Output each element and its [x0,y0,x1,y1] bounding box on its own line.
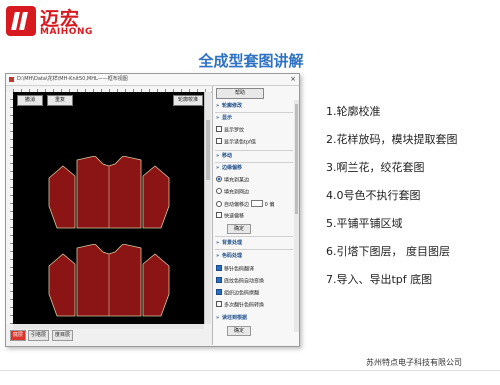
section-color-code[interactable]: » 色码处理 [216,252,242,260]
tab-base-layer[interactable]: 底层 [10,330,27,341]
list-item: 4.0号色不执行套图 [326,189,421,202]
section-tail[interactable]: » 读坯到根据 [216,314,247,322]
checkbox[interactable] [216,126,222,132]
logo-en-text: MAIHONG [40,27,93,37]
company-name: 苏州特点电子科技有限公司 [366,358,462,367]
pattern-canvas[interactable]: 撤消 重复 轮廓校准 [13,92,204,324]
scroll-thumb[interactable] [206,120,210,180]
offset-value: 0 [264,202,268,208]
radio-fill-edge[interactable]: 填充到某边 [216,176,249,184]
offset-value-input[interactable] [250,200,263,207]
divider [215,150,293,151]
radio-button[interactable] [216,200,222,207]
undo-button[interactable]: 撤消 [17,95,43,106]
tab-stitch-layer[interactable]: 度目层 [52,330,74,341]
offset-unit: 偏 [269,202,275,208]
canvas-horizontal-scrollbar[interactable] [13,324,204,329]
divider [215,162,293,163]
checkbox[interactable] [216,289,222,295]
section-tail-label: 读坯到根据 [222,315,248,321]
option-label: 组织边色码撰翻 [224,290,260,297]
panel-scrollbar[interactable] [294,100,299,332]
option-label: 填充到网边 [224,189,250,196]
panel-confirm-button[interactable]: 确定 [227,326,251,336]
list-item: 5.平铺平铺区域 [326,217,403,230]
properties-panel: 帮助 » 轮廓修改 » 显示 显示罗纹 显示读色tpf值 » 移动 » 边缘偏移 填充到… [212,86,299,345]
option-color-4[interactable]: 多次翻针色码转换 [216,301,264,309]
option-show-rib[interactable]: 显示罗纹 [216,126,244,134]
help-button[interactable]: 帮助 [216,88,264,99]
section-display-label: 显示 [222,115,233,121]
divider [215,236,293,237]
section-contour-label: 轮廓修改 [222,103,243,109]
section-edge-offset[interactable]: » 边缘偏移 [216,164,242,172]
radio-button[interactable] [216,176,222,182]
divider [215,249,293,250]
option-quick-offset[interactable]: 快速偏移 [216,212,244,220]
option-label: 显示读色tpf值 [224,139,256,146]
tab-yarn-layer[interactable]: 引塔层 [28,330,50,341]
app-window: D:\MH\Data\花样\MH-Knit50,MHL——框布视图 × 撤消 重… [5,73,300,347]
close-icon[interactable]: × [290,74,296,85]
checkbox[interactable] [216,265,222,271]
section-display[interactable]: » 显示 [216,114,232,122]
section-color-label: 色码处理 [222,253,243,259]
option-show-tpf[interactable]: 显示读色tpf值 [216,138,256,146]
divider [215,112,293,113]
radio-fill-net[interactable]: 填充到网边 [216,188,249,196]
option-label: 显示罗纹 [224,127,245,134]
garment-pattern-front[interactable] [47,156,171,236]
scroll-thumb[interactable] [295,104,298,214]
checkbox[interactable] [216,301,222,307]
list-item: 7.导入、导出tpf 底图 [326,273,433,286]
section-move[interactable]: » 移动 [216,152,232,160]
slide-title: 全成型套图讲解 [198,52,304,70]
option-label: 底纹色码自动变换 [224,278,265,285]
list-item: 1.轮廓校准 [326,105,381,118]
option-color-3[interactable]: 组织边色码撰翻 [216,289,259,297]
radio-auto-offset[interactable]: 自动偏移边 0 偏 [216,200,274,208]
contour-calibrate-button[interactable]: 轮廓校准 [173,95,203,106]
footer-divider [0,370,500,371]
option-label: 自动偏移边 [224,202,250,208]
brand-logo: 迈宏 MAIHONG [6,6,106,40]
option-label: 多次翻针色码转换 [224,302,265,309]
section-bg-label: 背景处理 [222,240,243,246]
list-item: 2.花样放码，模块提取套图 [326,133,458,146]
window-title: D:\MH\Data\花样\MH-Knit50,MHL——框布视图 [17,76,128,82]
option-label: 快速偏移 [224,213,245,220]
option-label: 移针色码翻译 [224,266,255,273]
section-contour[interactable]: » 轮廓修改 [216,102,242,110]
radio-button[interactable] [216,188,222,194]
redo-button[interactable]: 重复 [47,95,73,106]
app-icon [9,77,14,82]
garment-pattern-back[interactable] [47,244,171,324]
edge-confirm-button[interactable]: 确定 [227,224,251,234]
option-label: 填充到某边 [224,177,250,184]
list-item: 3.啊兰花，绞花套图 [326,161,425,174]
window-titlebar: D:\MH\Data\花样\MH-Knit50,MHL——框布视图 × [6,74,299,86]
canvas-vertical-scrollbar[interactable] [204,92,211,324]
section-background[interactable]: » 背景处理 [216,239,242,247]
option-color-1[interactable]: 移针色码翻译 [216,265,254,273]
section-edge-label: 边缘偏移 [222,165,243,171]
checkbox[interactable] [216,277,222,283]
option-color-2[interactable]: 底纹色码自动变换 [216,277,264,285]
section-move-label: 移动 [222,153,233,159]
list-item: 6.引塔下图层， 度目图层 [326,245,450,258]
logo-mark-icon [6,6,36,36]
checkbox[interactable] [216,138,222,144]
checkbox[interactable] [216,212,222,218]
